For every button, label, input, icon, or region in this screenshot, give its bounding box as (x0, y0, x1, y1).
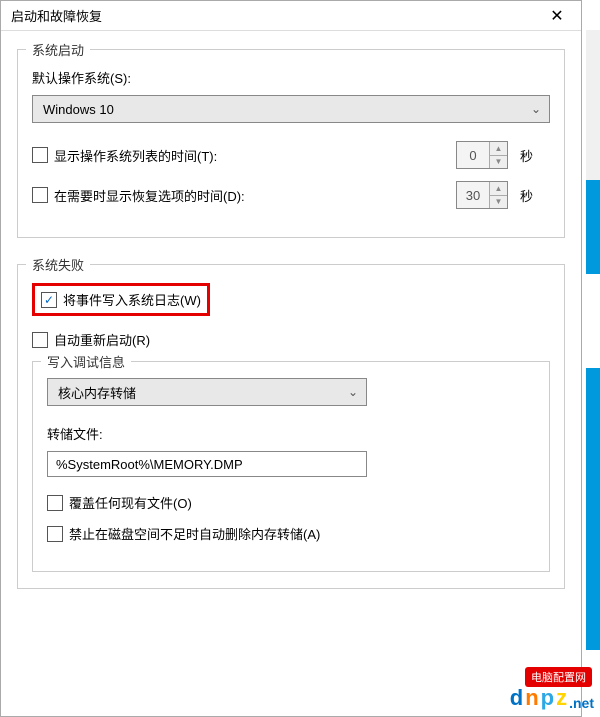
auto-restart-label: 自动重新启动(R) (54, 330, 150, 349)
close-button[interactable]: ✕ (537, 2, 577, 30)
logo-letter: z (556, 685, 567, 711)
startup-recovery-dialog: 启动和故障恢复 ✕ 系统启动 默认操作系统(S): Windows 10 ⌄ 显… (0, 0, 582, 717)
no-delete-checkbox[interactable] (47, 526, 63, 542)
background-strip (586, 180, 600, 650)
write-log-checkbox[interactable]: ✓ (41, 292, 57, 308)
watermark-logo: d n p z .net (510, 685, 594, 711)
spinner-buttons[interactable]: ▲ ▼ (489, 182, 507, 208)
show-os-list-checkbox[interactable] (32, 147, 48, 163)
default-os-label: 默认操作系统(S): (32, 68, 550, 87)
logo-letter: p (541, 685, 554, 711)
logo-letter: d (510, 685, 523, 711)
watermark-tag: 电脑配置网 (525, 667, 592, 687)
show-recovery-row: 在需要时显示恢复选项的时间(D): ▲ ▼ 秒 (32, 181, 550, 209)
debug-info-group: 写入调试信息 核心内存转储 ⌄ 转储文件: 覆盖任何现有文件(O) 禁止在磁盘空… (32, 361, 550, 572)
overwrite-checkbox[interactable] (47, 495, 63, 511)
background-strip (586, 30, 600, 180)
auto-restart-checkbox[interactable] (32, 332, 48, 348)
show-recovery-value[interactable] (457, 182, 489, 208)
system-startup-legend: 系统启动 (26, 40, 90, 59)
show-recovery-spinner[interactable]: ▲ ▼ (456, 181, 508, 209)
chevron-down-icon: ⌄ (531, 102, 541, 116)
overwrite-label: 覆盖任何现有文件(O) (69, 493, 192, 512)
overwrite-row: 覆盖任何现有文件(O) (47, 493, 535, 512)
dump-type-select[interactable]: 核心内存转储 ⌄ (47, 378, 367, 406)
show-recovery-checkbox[interactable] (32, 187, 48, 203)
chevron-down-icon: ⌄ (348, 385, 358, 399)
seconds-unit: 秒 (520, 146, 550, 165)
write-log-highlight: ✓ 将事件写入系统日志(W) (32, 283, 210, 316)
dump-type-value: 核心内存转储 (58, 383, 136, 402)
dialog-content: 系统启动 默认操作系统(S): Windows 10 ⌄ 显示操作系统列表的时间… (1, 31, 581, 633)
no-delete-row: 禁止在磁盘空间不足时自动删除内存转储(A) (47, 524, 535, 543)
show-os-list-label: 显示操作系统列表的时间(T): (54, 146, 217, 165)
spin-up-icon[interactable]: ▲ (490, 142, 507, 156)
spinner-buttons[interactable]: ▲ ▼ (489, 142, 507, 168)
show-recovery-label: 在需要时显示恢复选项的时间(D): (54, 186, 245, 205)
spin-down-icon[interactable]: ▼ (490, 196, 507, 209)
show-os-list-spinner[interactable]: ▲ ▼ (456, 141, 508, 169)
window-title: 启动和故障恢复 (11, 6, 102, 25)
logo-net: .net (569, 695, 594, 711)
dump-file-label: 转储文件: (47, 424, 535, 443)
logo-letter: n (525, 685, 538, 711)
system-startup-group: 系统启动 默认操作系统(S): Windows 10 ⌄ 显示操作系统列表的时间… (17, 49, 565, 238)
debug-info-legend: 写入调试信息 (41, 352, 131, 371)
dump-file-input[interactable] (47, 451, 367, 477)
default-os-value: Windows 10 (43, 102, 114, 117)
titlebar: 启动和故障恢复 ✕ (1, 1, 581, 31)
default-os-select[interactable]: Windows 10 ⌄ (32, 95, 550, 123)
close-icon: ✕ (550, 6, 563, 26)
show-os-list-value[interactable] (457, 142, 489, 168)
show-os-list-row: 显示操作系统列表的时间(T): ▲ ▼ 秒 (32, 141, 550, 169)
spin-down-icon[interactable]: ▼ (490, 156, 507, 169)
seconds-unit: 秒 (520, 186, 550, 205)
system-failure-group: 系统失败 ✓ 将事件写入系统日志(W) 自动重新启动(R) 写入调试信息 核心内… (17, 264, 565, 589)
system-failure-legend: 系统失败 (26, 255, 90, 274)
auto-restart-row: 自动重新启动(R) (32, 330, 550, 349)
spin-up-icon[interactable]: ▲ (490, 182, 507, 196)
no-delete-label: 禁止在磁盘空间不足时自动删除内存转储(A) (69, 524, 320, 543)
write-log-label: 将事件写入系统日志(W) (63, 290, 201, 309)
